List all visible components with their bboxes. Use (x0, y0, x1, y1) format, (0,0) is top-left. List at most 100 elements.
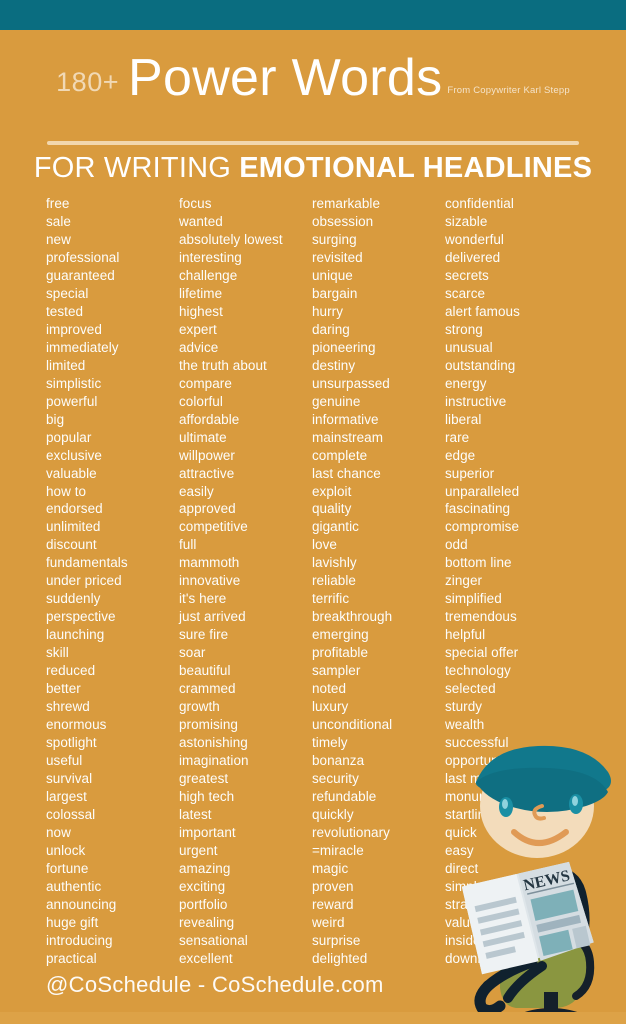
word-column-4: confidential sizable wonderful delivered sec… (445, 195, 605, 968)
power-word: easily (179, 483, 214, 499)
bottom-band (0, 1012, 626, 1024)
power-word: growth (179, 699, 220, 715)
power-word: perspective (46, 609, 116, 625)
power-word: promising (179, 717, 238, 733)
power-word: daring (312, 321, 350, 337)
power-word: tremendous (445, 609, 517, 625)
power-word: bottom line (445, 555, 512, 571)
power-word: spotlight (46, 735, 97, 751)
power-word: compare (179, 375, 232, 391)
power-word: rare (445, 429, 470, 445)
power-word: unconditional (312, 717, 393, 733)
power-word: surprise (312, 932, 361, 948)
power-word: reduced (46, 663, 96, 679)
power-word: destiny (312, 357, 356, 373)
power-word: emerging (312, 627, 369, 643)
power-word: instructive (445, 393, 507, 409)
power-word: colorful (179, 393, 223, 409)
power-word: enormous (46, 717, 107, 733)
power-word: willpower (179, 447, 235, 463)
power-word: terrific (312, 591, 350, 607)
word-column-3: remarkable obsession surging revisited uniqu… (312, 195, 445, 968)
attribution-text: From Copywriter Karl Stepp (447, 85, 570, 96)
power-word: high tech (179, 788, 235, 804)
power-word: latest (179, 806, 212, 822)
power-word: interesting (179, 249, 242, 265)
power-word: discount (46, 537, 97, 553)
power-word: powerful (46, 393, 98, 409)
power-word: revisited (312, 249, 363, 265)
power-word: now (46, 824, 71, 840)
power-word: astonishing (179, 735, 248, 751)
power-word: ultimate (179, 429, 227, 445)
power-word: launching (46, 627, 105, 643)
power-word: crammed (179, 681, 236, 697)
power-word: gigantic (312, 519, 359, 535)
power-word: greatest (179, 771, 229, 786)
power-word: wealth (445, 717, 485, 733)
power-word: it's here (179, 591, 227, 607)
power-word: remarkable (312, 196, 381, 211)
top-teal-bar (0, 0, 626, 30)
power-word: huge gift (46, 914, 99, 930)
power-word: alert famous (445, 303, 520, 319)
power-word: last minute (445, 771, 511, 786)
power-word: absolutely lowest (179, 231, 283, 247)
power-word: strange (445, 896, 491, 912)
power-word: opportunities (445, 753, 523, 769)
subtitle-bold-part: EMOTIONAL HEADLINES (239, 152, 593, 184)
power-word: unusual (445, 339, 493, 355)
power-word: lifetime (179, 285, 223, 301)
power-word: reliable (312, 573, 356, 589)
power-word: simplified (445, 591, 502, 607)
power-word: profitable (312, 645, 369, 661)
power-word: edge (445, 447, 476, 463)
power-word: sturdy (445, 699, 483, 715)
power-word: successful (445, 735, 509, 751)
power-word: love (312, 537, 337, 553)
power-word: unlimited (46, 519, 101, 535)
power-word: introducing (46, 932, 113, 948)
power-word: simple (445, 878, 485, 894)
power-word: delighted (312, 950, 368, 966)
power-word: beautiful (179, 663, 231, 679)
power-word: scarce (445, 285, 486, 301)
power-word: technology (445, 663, 511, 679)
power-word: mammoth (179, 555, 240, 571)
power-word: attractive (179, 465, 235, 481)
power-word: timely (312, 735, 348, 751)
power-word: last chance (312, 465, 381, 481)
power-word: liberal (445, 411, 482, 427)
legs (474, 956, 547, 1017)
power-word: easy (445, 842, 474, 858)
power-word: informative (312, 411, 379, 427)
power-word: fundamentals (46, 555, 128, 571)
power-word: largest (46, 788, 87, 804)
power-word: announcing (46, 896, 117, 912)
power-word: wonderful (445, 231, 504, 247)
power-word: hurry (312, 303, 344, 319)
power-word: download (445, 950, 504, 966)
power-word: authentic (46, 878, 102, 894)
power-word: sure fire (179, 627, 229, 643)
power-word: surging (312, 231, 357, 247)
power-word: outstanding (445, 357, 516, 373)
power-word: selected (445, 681, 496, 697)
power-word: unparalleled (445, 483, 520, 499)
power-word: compromise (445, 519, 520, 535)
power-word: superior (445, 465, 495, 481)
power-word: bargain (312, 285, 358, 301)
power-word: lavishly (312, 555, 357, 571)
power-word: practical (46, 950, 97, 966)
power-word: new (46, 231, 71, 247)
power-word: weird (312, 914, 345, 930)
power-word: soar (179, 645, 206, 661)
power-word: proven (312, 878, 354, 894)
power-word: sampler (312, 663, 361, 679)
power-word: unlock (46, 842, 86, 858)
power-word: colossal (46, 806, 96, 822)
power-word: magic (312, 860, 349, 876)
page-title: Power Words (127, 49, 443, 107)
power-word: monumental (445, 788, 520, 804)
power-word: how to (46, 483, 87, 499)
